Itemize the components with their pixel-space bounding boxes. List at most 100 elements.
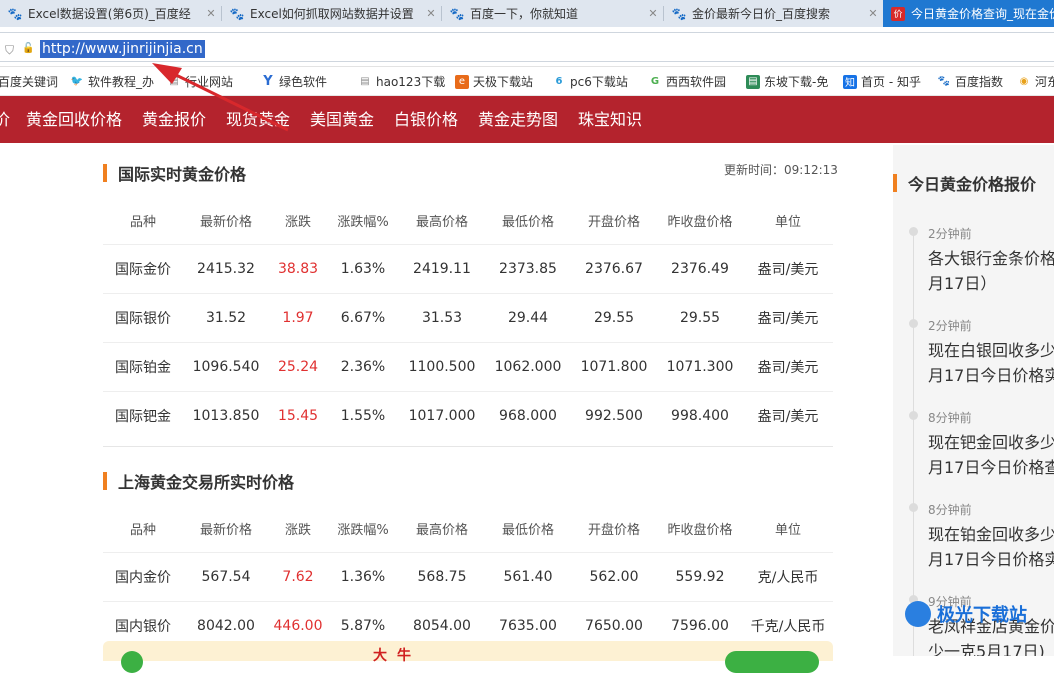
table-cell: 29.55 [657,293,743,343]
tab-excel-data[interactable]: 🐾 Excel数据设置(第6页)_百度经 ✕ [0,0,220,27]
bookmark-item[interactable]: 🐦 软件教程_办 [70,73,154,90]
bookmark-item[interactable]: 6 pc6下载站 [552,73,628,90]
address-input-box[interactable]: ⛉ 🔓 http://www.jinrijinjia.cn [0,32,1054,62]
section-divider [103,446,833,447]
bookmark-item[interactable]: G 西西软件园 [648,73,726,90]
bookmark-item[interactable]: ▤ 东坡下载-免 [746,73,828,90]
baidu-icon: 🐾 [449,6,465,21]
tab-strip: 🐾 Excel数据设置(第6页)_百度经 ✕ 🐾 Excel如何抓取网站数据并设… [0,0,1054,27]
table-row: 国际金价 2415.32 38.83 1.63% 2419.11 2373.85 2376.… [103,244,833,294]
table-cell: 1.63% [327,244,399,294]
section-title: 国际实时黄金价格 [118,165,247,184]
insecure-lock-icon[interactable]: 🔓 [22,43,34,54]
update-label: 更新时间： [724,163,785,177]
tab-gold-price-active[interactable]: 价 今日黄金价格查询_现在金价 [883,0,1054,27]
table-cell: 1013.850 [183,391,269,440]
table-cell: 31.52 [183,293,269,343]
tab-baidu-home[interactable]: 🐾 百度一下，你就知道 ✕ [442,0,662,27]
bookmark-label: 软件教程_办 [88,75,155,89]
news-link[interactable]: 现在铂金回收多少钱一克5月17日今日价格实时行情 [928,522,1054,572]
tab-gold-search[interactable]: 🐾 金价最新今日价_百度搜索 ✕ [664,0,882,27]
nav-item-gold-recycle[interactable]: 黄金回收价格 [26,96,122,143]
bookmark-item[interactable]: 百度关键词 [0,73,58,90]
update-time: 更新时间：09:12:13 [724,161,838,178]
bookmark-item[interactable]: ▤ hao123下载 [358,73,445,90]
table-cell: 559.92 [657,552,743,602]
bookmark-label: 天极下载站 [473,75,534,89]
table-cell: 1096.540 [183,342,269,392]
table-cell: 1017.000 [399,391,485,440]
timeline-dot [909,503,918,512]
bookmark-item[interactable]: e 天极下载站 [455,73,533,90]
table-cell: 2.36% [327,342,399,392]
bookmark-item[interactable]: 知 首页 - 知乎 [843,73,921,90]
tab-excel-fetch[interactable]: 🐾 Excel如何抓取网站数据并设置 ✕ [222,0,440,27]
nav-item-us-gold[interactable]: 美国黄金 [310,96,374,143]
intl-price-table: 品种 最新价格 涨跌 涨跌幅% 最高价格 最低价格 开盘价格 昨收盘价格 单位 国际金价 2415… [103,196,833,440]
news-time: 2分钟前 [928,227,972,241]
timeline-dot [909,227,918,236]
table-cell: 998.400 [657,391,743,440]
news-time: 2分钟前 [928,319,972,333]
bookmark-label: 东坡下载-免 [764,75,829,89]
column-header: 单位 [774,214,801,230]
right-news-panel: 今日黄金价格报价 2分钟前 各大银行金条价格查询（5月17日） 2分钟前 现在白… [893,145,1054,656]
column-header: 品种 [129,214,156,230]
change-cell: 38.83 [269,244,327,294]
y-icon: Y [263,74,273,89]
close-icon[interactable]: ✕ [644,7,662,20]
bookmark-item[interactable]: ▤ 行业网站 [167,73,233,90]
table-cell: 1062.000 [485,342,571,392]
news-link[interactable]: 现在钯金回收多少钱一克5月17日今日价格查询 [928,430,1054,480]
news-link[interactable]: 各大银行金条价格查询（5月17日） [928,246,1054,296]
column-header: 涨跌幅% [337,522,389,538]
close-icon[interactable]: ✕ [422,7,440,20]
table-cell: 2419.11 [399,244,485,294]
column-header: 涨跌 [284,522,311,538]
shanghai-price-table: 品种 最新价格 涨跌 涨跌幅% 最高价格 最低价格 开盘价格 昨收盘价格 单位 国内金价 567.… [103,504,833,650]
nav-item-gold-quote[interactable]: 黄金报价 [142,96,206,143]
news-time: 8分钟前 [928,411,972,425]
shield-icon[interactable]: ⛉ [5,43,14,58]
table-cell: 31.53 [399,293,485,343]
nav-item-jewelry[interactable]: 珠宝知识 [578,96,642,143]
close-icon[interactable]: ✕ [864,7,882,20]
column-header: 品种 [129,522,156,538]
column-header: 最新价格 [199,214,252,230]
banner-text: 大牛 [373,648,421,664]
nav-item-spot-gold[interactable]: 现货黄金 [226,96,290,143]
news-link[interactable]: 现在白银回收多少钱一克5月17日今日价格实时查询 [928,338,1054,388]
url-text[interactable]: http://www.jinrijinjia.cn [40,40,205,58]
column-header: 最高价格 [415,214,468,230]
bookmark-item[interactable]: 🐾 百度指数 [937,73,1003,90]
table-cell: 1100.500 [399,342,485,392]
table-cell: 1.55% [327,391,399,440]
variety-cell: 国际金价 [103,244,183,294]
bookmark-label: 行业网站 [185,75,234,89]
baidu-icon: 🐾 [671,6,687,21]
address-bar: ⛉ 🔓 http://www.jinrijinjia.cn [0,27,1054,67]
bookmarks-bar: 百度关键词 🐦 软件教程_办 ▤ 行业网站 Y 绿色软件 ▤ hao123下载 … [0,67,1054,96]
bookmark-item[interactable]: ◉ 河东 [1017,73,1054,90]
update-value: 09:12:13 [784,163,838,177]
column-header: 最高价格 [415,522,468,538]
column-header: 开盘价格 [587,214,640,230]
timeline-line [913,229,914,656]
variety-cell: 国际铂金 [103,342,183,392]
page-icon: ▤ [746,74,760,89]
bookmark-item[interactable]: Y 绿色软件 [261,73,327,90]
nav-item-gold-chart[interactable]: 黄金走势图 [478,96,558,143]
column-header: 开盘价格 [587,522,640,538]
promo-banner[interactable]: 大牛 [103,641,833,673]
e-icon: e [455,74,469,89]
green-pill-button[interactable] [725,651,819,673]
table-row: 国际银价 31.52 1.97 6.67% 31.53 29.44 29.55 29.55 盎司… [103,293,833,343]
bookmark-label: 绿色软件 [279,75,328,89]
change-cell: 15.45 [269,391,327,440]
table-header-row: 品种 最新价格 涨跌 涨跌幅% 最高价格 最低价格 开盘价格 昨收盘价格 单位 [103,196,833,245]
nav-item-price[interactable]: 价 [0,96,10,143]
bird-icon: 🐦 [70,76,84,87]
news-time: 8分钟前 [928,503,972,517]
nav-item-silver-price[interactable]: 白银价格 [394,96,458,143]
close-icon[interactable]: ✕ [202,7,220,20]
